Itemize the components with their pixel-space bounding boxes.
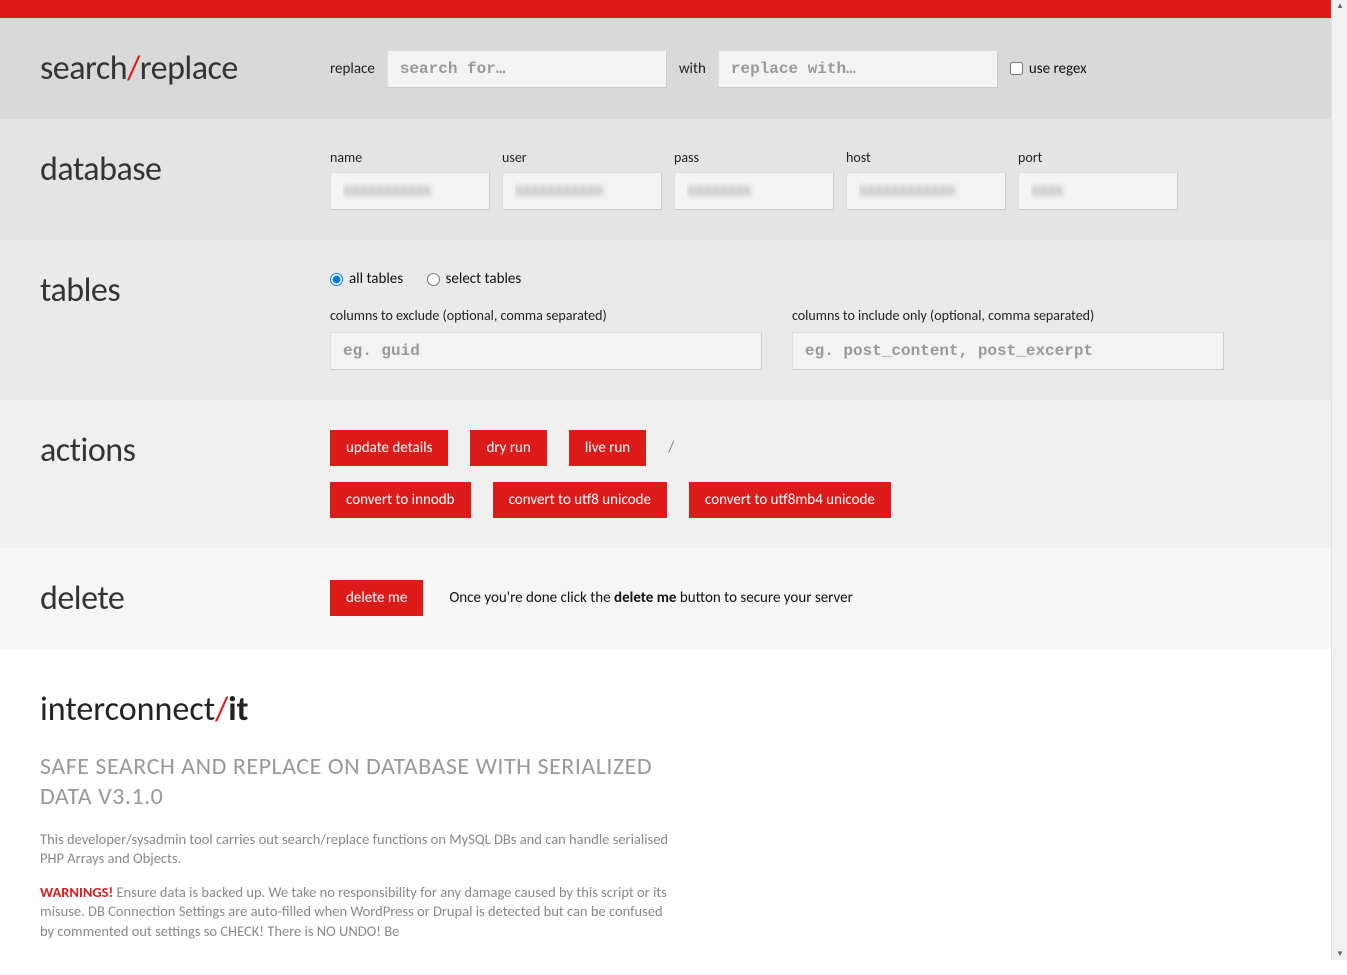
scroll-down-icon[interactable]: ▼ [1334,948,1346,960]
use-regex-wrap[interactable]: use regex [1010,60,1087,78]
actions-section: actions update details dry run live run … [0,400,1347,548]
select-tables-radio[interactable] [427,273,440,286]
actions-heading: actions [40,430,330,471]
footer-para1: This developer/sysadmin tool carries out… [40,830,680,869]
delete-section: delete delete me Once you're done click … [0,548,1347,649]
footer-section: interconnect/it SAFE SEARCH AND REPLACE … [0,649,1347,975]
use-regex-checkbox[interactable] [1010,62,1023,75]
delete-note-before: Once you're done click the [449,589,614,607]
title-search: search [40,48,127,89]
search-replace-section: search/replace replace with use regex [0,18,1347,119]
convert-utf8mb4-button[interactable]: convert to utf8mb4 unicode [689,482,891,518]
scroll-up-icon[interactable]: ▲ [1334,0,1346,12]
delete-note-after: button to secure your server [676,589,852,607]
replace-label: replace [330,60,375,78]
exclude-columns-input[interactable] [330,332,762,370]
tables-section: tables all tables select tables columns … [0,240,1347,400]
search-input[interactable] [387,50,667,88]
db-pass-input[interactable] [674,172,834,210]
db-host-input[interactable] [846,172,1006,210]
footer-brand: interconnect/it [40,689,1307,730]
exclude-columns-label: columns to exclude (optional, comma sepa… [330,307,762,324]
with-label: with [679,60,706,78]
include-columns-label: columns to include only (optional, comma… [792,307,1224,324]
delete-note-bold: delete me [614,589,676,607]
delete-me-button[interactable]: delete me [330,580,423,616]
convert-innodb-button[interactable]: convert to innodb [330,482,471,518]
database-section: database name user pass host port [0,119,1347,240]
live-run-button[interactable]: live run [569,430,646,466]
all-tables-label: all tables [349,270,403,288]
convert-utf8-button[interactable]: convert to utf8 unicode [493,482,667,518]
warnings-label: WARNINGS! [40,883,113,901]
footer-para2-text: Ensure data is backed up. We take no res… [40,883,667,940]
include-columns-input[interactable] [792,332,1224,370]
select-tables-label: select tables [446,270,522,288]
footer-para2: WARNINGS! Ensure data is backed up. We t… [40,883,680,942]
all-tables-radio[interactable] [330,273,343,286]
app-title: search/replace [40,48,330,89]
all-tables-wrap[interactable]: all tables [330,270,403,288]
title-replace: replace [140,48,238,89]
db-user-input[interactable] [502,172,662,210]
update-details-button[interactable]: update details [330,430,448,466]
actions-separator: / [668,438,674,457]
brand-part1: interconnect [40,689,215,730]
top-accent-bar [0,0,1347,18]
delete-heading: delete [40,578,330,619]
db-name-label: name [330,149,490,166]
database-heading: database [40,149,330,190]
scrollbar[interactable]: ▲ ▼ [1331,0,1347,960]
db-host-label: host [846,149,1006,166]
db-name-input[interactable] [330,172,490,210]
title-slash: / [127,48,140,89]
footer-subtitle: SAFE SEARCH AND REPLACE ON DATABASE WITH… [40,752,680,812]
db-user-label: user [502,149,662,166]
dry-run-button[interactable]: dry run [470,430,546,466]
tables-heading: tables [40,270,330,311]
delete-note: Once you're done click the delete me but… [449,589,853,607]
select-tables-wrap[interactable]: select tables [427,270,522,288]
brand-slash: / [215,689,228,730]
brand-part2: it [228,689,248,730]
db-port-input[interactable] [1018,172,1178,210]
db-pass-label: pass [674,149,834,166]
use-regex-label: use regex [1029,60,1087,78]
db-port-label: port [1018,149,1178,166]
replace-input[interactable] [718,50,998,88]
